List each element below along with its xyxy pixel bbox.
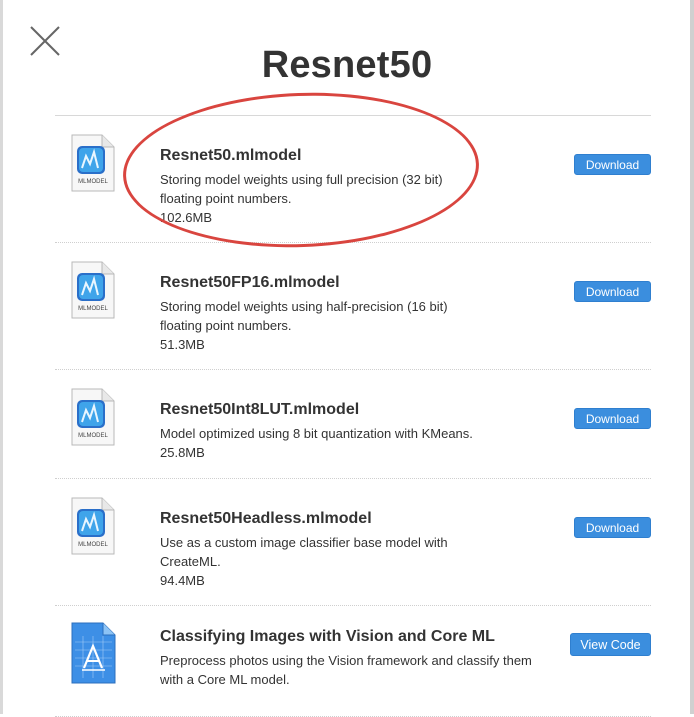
list-item: Classifying Images with Vision and Core …	[55, 606, 651, 717]
download-button[interactable]: Download	[574, 281, 651, 302]
list-item: MLMODEL Resnet50Int8LUT.mlmodel Model op…	[55, 370, 651, 479]
model-description: Use as a custom image classifier base mo…	[160, 535, 448, 550]
download-button[interactable]: Download	[574, 154, 651, 175]
mlmodel-file-icon: MLMODEL	[70, 134, 116, 192]
page-title: Resnet50	[261, 44, 433, 86]
download-button[interactable]: Download	[574, 408, 651, 429]
model-description: Storing model weights using full precisi…	[160, 172, 443, 187]
icon-label: MLMODEL	[78, 433, 108, 439]
model-description: Model optimized using 8 bit quantization…	[160, 426, 473, 441]
model-description: floating point numbers.	[160, 191, 292, 206]
icon-label: MLMODEL	[78, 179, 108, 185]
model-size: 94.4MB	[160, 573, 205, 588]
sample-code-description: with a Core ML model.	[160, 672, 290, 687]
model-list: MLMODEL Resnet50.mlmodel Storing model w…	[55, 116, 651, 717]
model-info: Resnet50Headless.mlmodel Use as a custom…	[160, 510, 570, 590]
model-name: Resnet50Headless.mlmodel	[160, 510, 372, 527]
mlmodel-file-icon: MLMODEL	[70, 261, 116, 319]
model-size: 51.3MB	[160, 337, 205, 352]
list-item: MLMODEL Resnet50Headless.mlmodel Use as …	[55, 479, 651, 606]
list-item: MLMODEL Resnet50.mlmodel Storing model w…	[55, 116, 651, 243]
model-info: Resnet50Int8LUT.mlmodel Model optimized …	[160, 401, 570, 462]
model-info: Resnet50.mlmodel Storing model weights u…	[160, 147, 570, 227]
sample-code-description: Preprocess photos using the Vision frame…	[160, 653, 532, 668]
model-name: Resnet50Int8LUT.mlmodel	[160, 401, 360, 418]
sample-code-title: Classifying Images with Vision and Core …	[160, 628, 495, 645]
model-description: CreateML.	[160, 554, 221, 569]
view-code-button[interactable]: View Code	[570, 633, 651, 656]
model-name: Resnet50.mlmodel	[160, 147, 302, 164]
model-description: floating point numbers.	[160, 318, 292, 333]
list-item: MLMODEL Resnet50FP16.mlmodel Storing mod…	[55, 243, 651, 370]
sample-code-info: Classifying Images with Vision and Core …	[160, 628, 580, 689]
icon-label: MLMODEL	[78, 542, 108, 548]
window-left-edge	[0, 0, 3, 714]
icon-label: MLMODEL	[78, 306, 108, 312]
model-info: Resnet50FP16.mlmodel Storing model weigh…	[160, 274, 570, 354]
window-right-edge	[690, 0, 694, 714]
model-description: Storing model weights using half-precisi…	[160, 299, 448, 314]
model-size: 102.6MB	[160, 210, 213, 225]
model-size: 25.8MB	[160, 445, 205, 460]
download-button[interactable]: Download	[574, 517, 651, 538]
mlmodel-file-icon: MLMODEL	[70, 497, 116, 555]
model-name: Resnet50FP16.mlmodel	[160, 274, 340, 291]
xcode-project-icon	[69, 622, 117, 684]
mlmodel-file-icon: MLMODEL	[70, 388, 116, 446]
